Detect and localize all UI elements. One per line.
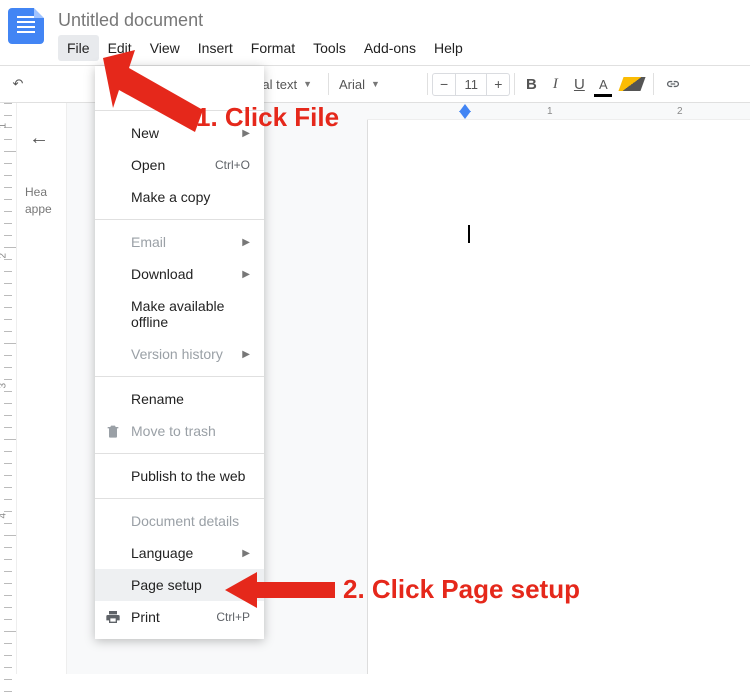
file-menu-document-details: Document details	[95, 505, 264, 537]
file-menu-publish-to-the-web[interactable]: Publish to the web	[95, 460, 264, 492]
highlighter-icon	[619, 77, 646, 91]
menu-item-label: Make available offline	[131, 298, 250, 330]
outline-placeholder: Hea appe	[25, 184, 58, 218]
menu-item-label: Page setup	[131, 577, 202, 593]
font-size-value[interactable]: 11	[455, 74, 487, 95]
chevron-down-icon: ▼	[371, 79, 380, 89]
menu-item-label: S	[131, 80, 140, 96]
file-menu-make-a-copy[interactable]: Make a copy	[95, 181, 264, 213]
file-menu-page-setup[interactable]: Page setup	[95, 569, 264, 601]
undo-button[interactable]: ↶	[6, 72, 30, 96]
outline-pane: ← Hea appe	[17, 103, 67, 674]
menu-view[interactable]: View	[141, 35, 189, 61]
insert-link-button[interactable]	[658, 71, 688, 97]
menu-item-label: Language	[131, 545, 193, 561]
separator	[427, 73, 428, 95]
menu-item-label: Move to trash	[131, 423, 216, 439]
menu-divider	[95, 453, 264, 454]
font-size-decrease[interactable]: −	[433, 74, 455, 94]
font-size-increase[interactable]: +	[487, 74, 509, 94]
outline-text: appe	[25, 202, 52, 216]
file-menu-version-history: Version history ▶	[95, 338, 264, 370]
menu-format[interactable]: Format	[242, 35, 304, 61]
menu-item-label: Email	[131, 234, 166, 250]
font-size-stepper: − 11 +	[432, 73, 510, 96]
file-menu-move-to-trash: Move to trash	[95, 415, 264, 447]
font-family-label: Arial	[339, 77, 365, 92]
link-icon	[664, 75, 682, 93]
file-menu-open[interactable]: Open Ctrl+O	[95, 149, 264, 181]
horizontal-ruler[interactable]: 12	[367, 103, 750, 120]
menu-help[interactable]: Help	[425, 35, 472, 61]
text-color-button[interactable]: A	[591, 73, 615, 96]
menu-item-label: Make a copy	[131, 189, 210, 205]
bold-button[interactable]: B	[519, 72, 543, 97]
text-cursor	[468, 225, 470, 243]
document-page[interactable]	[367, 120, 750, 674]
menu-shortcut: Ctrl+P	[216, 610, 250, 624]
file-menu-make-available-offline[interactable]: Make available offline	[95, 290, 264, 338]
file-menu-language[interactable]: Language ▶	[95, 537, 264, 569]
file-menu-s[interactable]: S	[95, 72, 264, 104]
file-menu-download[interactable]: Download ▶	[95, 258, 264, 290]
menu-item-label: New	[131, 125, 159, 141]
menu-item-label: Version history	[131, 346, 223, 362]
chevron-down-icon: ▼	[303, 79, 312, 89]
menu-shortcut: Ctrl+O	[215, 158, 250, 172]
menu-edit[interactable]: Edit	[99, 35, 141, 61]
menu-item-label: Rename	[131, 391, 184, 407]
menu-divider	[95, 376, 264, 377]
menu-insert[interactable]: Insert	[189, 35, 242, 61]
docs-logo-icon[interactable]	[8, 8, 44, 44]
submenu-arrow-icon: ▶	[242, 128, 250, 139]
font-family-dropdown[interactable]: Arial ▼	[333, 73, 423, 96]
print-icon	[105, 609, 121, 625]
menu-tools[interactable]: Tools	[304, 35, 355, 61]
separator	[328, 73, 329, 95]
menu-item-label: Print	[131, 609, 160, 625]
menu-item-label: Document details	[131, 513, 239, 529]
outline-collapse-button[interactable]: ←	[25, 123, 58, 154]
submenu-arrow-icon: ▶	[242, 269, 250, 280]
menu-divider	[95, 110, 264, 111]
menubar: FileEditViewInsertFormatToolsAdd-onsHelp	[58, 35, 472, 61]
submenu-arrow-icon: ▶	[242, 548, 250, 559]
left-indent-marker[interactable]	[459, 111, 471, 119]
menu-item-label: Open	[131, 157, 165, 173]
file-menu-dropdown: SNew▶OpenCtrl+OMake a copyEmail▶Download…	[95, 66, 264, 639]
vertical-ruler[interactable]: 1234	[0, 103, 17, 674]
italic-button[interactable]: I	[543, 72, 567, 97]
menu-divider	[95, 498, 264, 499]
document-title[interactable]: Untitled document	[58, 8, 472, 35]
separator	[514, 73, 515, 95]
menu-divider	[95, 219, 264, 220]
separator	[653, 73, 654, 95]
submenu-arrow-icon: ▶	[242, 237, 250, 248]
menu-add-ons[interactable]: Add-ons	[355, 35, 425, 61]
highlight-color-button[interactable]	[615, 73, 649, 95]
trash-icon	[105, 423, 121, 439]
file-menu-email: Email ▶	[95, 226, 264, 258]
file-menu-rename[interactable]: Rename	[95, 383, 264, 415]
outline-text: Hea	[25, 185, 47, 199]
file-menu-print[interactable]: Print Ctrl+P	[95, 601, 264, 633]
submenu-arrow-icon: ▶	[242, 349, 250, 360]
app-header: Untitled document FileEditViewInsertForm…	[0, 0, 750, 61]
menu-item-label: Download	[131, 266, 193, 282]
file-menu-new[interactable]: New ▶	[95, 117, 264, 149]
underline-button[interactable]: U	[567, 72, 591, 97]
menu-file[interactable]: File	[58, 35, 99, 61]
menu-item-label: Publish to the web	[131, 468, 245, 484]
